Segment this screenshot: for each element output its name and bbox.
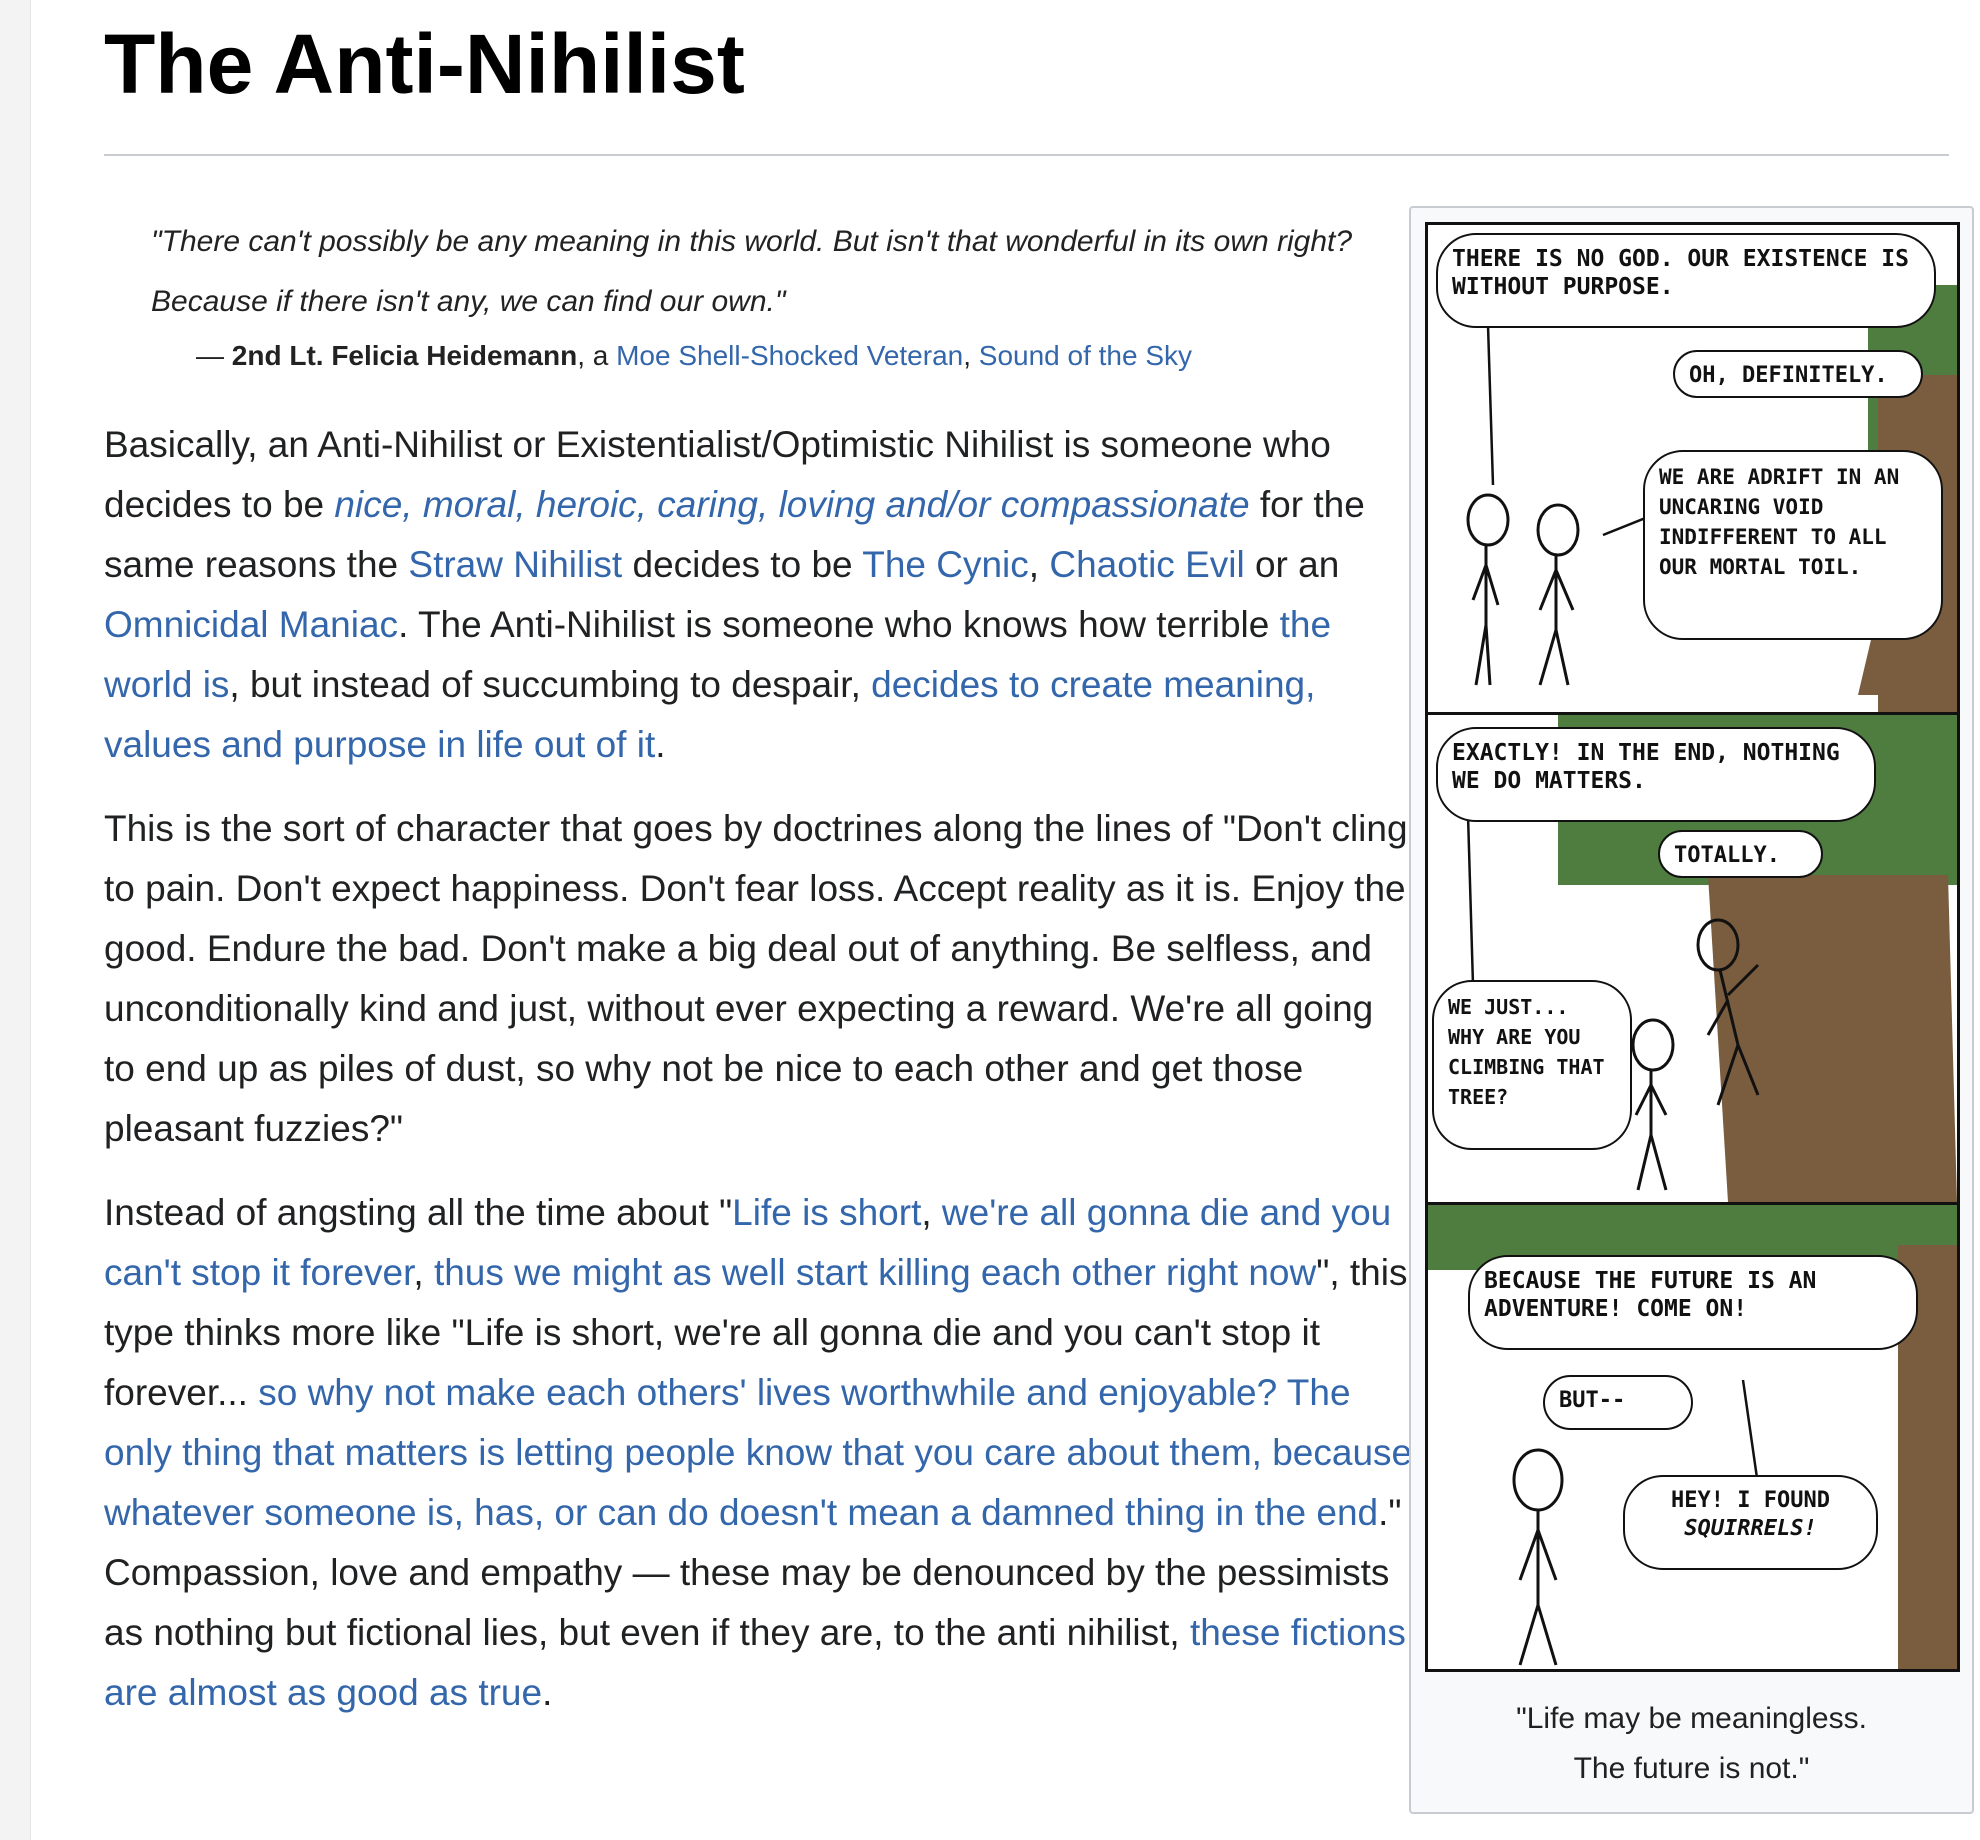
tree-trunk — [1708, 875, 1957, 1202]
speech-tail — [1741, 1379, 1760, 1486]
comic-thumbnail-frame: THERE IS NO GOD. OUR EXISTENCE IS WITHOU… — [1409, 206, 1974, 1814]
epigraph-quote: "There can't possibly be any meaning in … — [151, 225, 1353, 318]
speech-bubble: EXACTLY! IN THE END, NOTHING WE DO MATTE… — [1436, 727, 1876, 822]
paragraph-3: Instead of angsting all the time about "… — [104, 1183, 1414, 1723]
stick-figure — [1631, 1018, 1675, 1191]
text-span: . The Anti-Nihilist is someone who knows… — [398, 604, 1280, 645]
epigraph-citation: — 2nd Lt. Felicia Heidemann, a Moe Shell… — [196, 338, 1436, 374]
text-span: decides to be — [622, 544, 863, 585]
speech-tail — [1466, 814, 1475, 986]
page-title: The Anti-Nihilist — [104, 17, 745, 111]
speech-bubble: TOTALLY. — [1658, 830, 1823, 878]
text-span: or an — [1244, 544, 1340, 585]
link-omnicidal-maniac[interactable]: Omnicidal Maniac — [104, 604, 398, 645]
text-span: , — [921, 1192, 942, 1233]
bubble-line: SQUIRRELS! — [1684, 1516, 1817, 1541]
speech-bubble: BUT-- — [1543, 1375, 1693, 1430]
article-page: The Anti-Nihilist "There can't possibly … — [30, 0, 1980, 1840]
caption-line: The future is not." — [1573, 1752, 1810, 1785]
speech-tail — [1486, 324, 1495, 486]
stick-figure-2 — [1536, 503, 1580, 686]
title-divider — [104, 154, 1949, 156]
work-link[interactable]: Sound of the Sky — [979, 340, 1192, 371]
link-chaotic-evil[interactable]: Chaotic Evil — [1049, 544, 1244, 585]
comic-panel-2: EXACTLY! IN THE END, NOTHING WE DO MATTE… — [1428, 715, 1957, 1205]
text-span: , — [413, 1252, 434, 1293]
link-straw-nihilist[interactable]: Straw Nihilist — [408, 544, 622, 585]
text-span: . — [655, 724, 666, 765]
stick-figure — [1512, 1448, 1564, 1666]
citation-dash: — — [196, 340, 232, 371]
citation-speaker: 2nd Lt. Felicia Heidemann — [231, 340, 578, 371]
speech-bubble: BECAUSE THE FUTURE IS AN ADVENTURE! COME… — [1468, 1255, 1918, 1350]
comic-caption: "Life may be meaningless. The future is … — [1411, 1694, 1972, 1794]
link-nice-moral[interactable]: nice, moral, heroic, caring, loving and/… — [334, 484, 1249, 525]
link-killing-each-other[interactable]: thus we might as well start killing each… — [434, 1252, 1316, 1293]
link-life-is-short[interactable]: Life is short — [732, 1192, 921, 1233]
stick-figure-1 — [1466, 493, 1510, 686]
article-body: Basically, an Anti-Nihilist or Existenti… — [104, 415, 1414, 1747]
citation-sep: , — [963, 340, 979, 371]
comic-panel-3: BECAUSE THE FUTURE IS AN ADVENTURE! COME… — [1428, 1205, 1957, 1669]
text-span: Instead of angsting all the time about " — [104, 1192, 733, 1233]
speech-bubble: WE JUST... WHY ARE YOU CLIMBING THAT TRE… — [1432, 980, 1632, 1150]
text-span: , but instead of succumbing to despair, — [229, 664, 872, 705]
speech-bubble: OH, DEFINITELY. — [1673, 350, 1923, 398]
link-worthwhile-lives[interactable]: so why not make each others' lives worth… — [104, 1372, 1412, 1533]
comic-panel-1: THERE IS NO GOD. OUR EXISTENCE IS WITHOU… — [1428, 225, 1957, 715]
trope-link[interactable]: Moe Shell-Shocked Veteran — [616, 340, 963, 371]
caption-line: "Life may be meaningless. — [1516, 1702, 1867, 1735]
speech-bubble: HEY! I FOUND SQUIRRELS! — [1623, 1475, 1878, 1570]
speech-bubble: WE ARE ADRIFT IN AN UNCARING VOID INDIFF… — [1643, 450, 1943, 640]
citation-sep: , a — [577, 340, 617, 371]
paragraph-2: This is the sort of character that goes … — [104, 808, 1408, 1149]
bubble-line: HEY! I FOUND — [1671, 1488, 1830, 1513]
speech-bubble: THERE IS NO GOD. OUR EXISTENCE IS WITHOU… — [1436, 233, 1936, 328]
link-the-cynic[interactable]: The Cynic — [862, 544, 1029, 585]
comic-image[interactable]: THERE IS NO GOD. OUR EXISTENCE IS WITHOU… — [1425, 222, 1960, 1672]
text-span: . — [542, 1672, 553, 1713]
text-span: , — [1028, 544, 1050, 585]
paragraph-1: Basically, an Anti-Nihilist or Existenti… — [104, 415, 1414, 775]
